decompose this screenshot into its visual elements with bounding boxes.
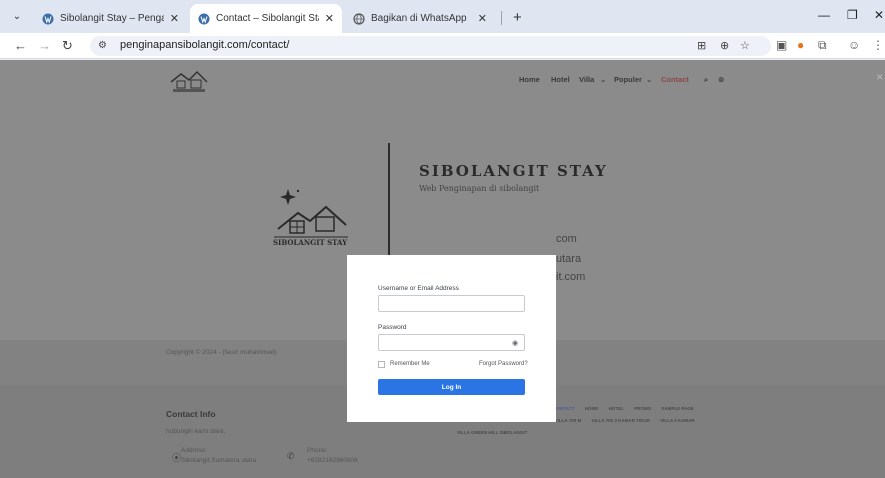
search-icon[interactable]: ⌕ xyxy=(704,75,708,85)
tab-sibolangit-stay[interactable]: Sibolangit Stay – Pengalaman I ✕ xyxy=(34,4,187,33)
nav-home[interactable]: Home xyxy=(519,75,540,84)
copyright-text: Copyright © 2024 - (fauzi muhammad) xyxy=(166,349,277,356)
contact-info-title: Contact Info xyxy=(166,409,216,419)
footer-links-row: VILLA GREEN HILL SIBOLANGIT xyxy=(457,430,536,435)
tab-whatsapp[interactable]: Bagikan di WhatsApp ✕ xyxy=(345,4,495,33)
footer-link[interactable]: VILLA GREEN HILL SIBOLANGIT xyxy=(457,430,527,435)
nav-hotel[interactable]: Hotel xyxy=(551,75,570,84)
window-close-icon[interactable]: ✕ xyxy=(874,8,884,22)
footer-link[interactable]: HOME xyxy=(585,406,599,411)
minimize-icon[interactable]: — xyxy=(818,8,830,22)
tab-title: Sibolangit Stay – Pengalaman I xyxy=(60,13,164,24)
chevron-down-icon: ⌄ xyxy=(600,75,607,84)
login-button[interactable]: Log In xyxy=(378,379,525,395)
translate-icon[interactable]: ⊞ xyxy=(697,39,706,52)
browser-toolbar: ← → ↻ ⚙ penginapansibolangit.com/contact… xyxy=(0,33,885,59)
new-tab-button[interactable]: + xyxy=(513,9,522,26)
restore-icon[interactable]: ❐ xyxy=(847,8,858,22)
extensions-puzzle-icon[interactable]: ⧉ xyxy=(818,38,827,53)
tab-separator xyxy=(501,11,502,25)
hero-logo-text: SIBOLANGIT STAY xyxy=(273,238,348,247)
wordpress-icon xyxy=(198,13,210,24)
tab-title: Bagikan di WhatsApp xyxy=(371,13,467,24)
footer-link[interactable]: HOTEL xyxy=(609,406,624,411)
hero-text-fragment: it.com xyxy=(556,271,586,283)
nav-villa[interactable]: Villa xyxy=(579,75,594,84)
footer-link[interactable]: VILLA 700 M xyxy=(555,418,582,423)
close-icon[interactable]: ✕ xyxy=(876,72,884,83)
footer-link[interactable]: VILLA 700 3 KAMAR TIDUR xyxy=(591,418,649,423)
profile-icon[interactable]: ⊚ xyxy=(718,75,724,84)
forward-icon[interactable]: → xyxy=(38,38,51,53)
phone-label: Phone: xyxy=(307,447,328,454)
globe-icon xyxy=(353,12,365,25)
tab-search-chevron-icon[interactable]: ⌄ xyxy=(8,8,26,26)
back-icon[interactable]: ← xyxy=(14,38,27,53)
hero-text-fragment: com xyxy=(556,233,577,245)
username-label: Username or Email Address xyxy=(378,285,459,292)
extension-orange-icon[interactable]: ● xyxy=(797,38,804,52)
extension-icon[interactable]: ▣ xyxy=(776,38,787,52)
menu-kebab-icon[interactable]: ⋮ xyxy=(872,38,884,52)
bookmark-star-icon[interactable]: ☆ xyxy=(740,39,750,52)
close-icon[interactable]: ✕ xyxy=(325,12,334,25)
remember-me-label: Remember Me xyxy=(390,361,430,367)
url-text: penginapansibolangit.com/contact/ xyxy=(120,39,290,51)
username-input[interactable] xyxy=(378,295,525,312)
nav-populer[interactable]: Populer xyxy=(614,75,642,84)
nav-contact[interactable]: Contact xyxy=(661,75,689,84)
forgot-password-link[interactable]: Forgot Password? xyxy=(479,361,528,367)
zoom-icon[interactable]: ⊕ xyxy=(720,39,729,52)
close-icon[interactable]: ✕ xyxy=(170,12,179,25)
address-bar[interactable]: ⚙ penginapansibolangit.com/contact/ ⊞ ⊕ … xyxy=(90,36,771,56)
footer-link[interactable]: PROMO xyxy=(634,406,651,411)
hero-subtitle: Web Penginapan di sibolangit xyxy=(419,184,540,193)
profile-avatar-icon[interactable]: ☺ xyxy=(848,38,860,52)
site-settings-icon[interactable]: ⚙ xyxy=(98,40,107,51)
login-modal: Username or Email Address Password ◉ Rem… xyxy=(347,255,556,422)
tab-strip: ⌄ Sibolangit Stay – Pengalaman I ✕ Conta… xyxy=(0,0,885,33)
chevron-down-icon: ⌄ xyxy=(646,75,653,84)
hero-title: SIBOLANGIT STAY xyxy=(419,162,608,180)
password-input[interactable] xyxy=(378,334,525,351)
site-logo-icon[interactable] xyxy=(167,66,211,94)
tab-title: Contact – Sibolangit Stay xyxy=(216,13,319,24)
show-password-eye-icon[interactable]: ◉ xyxy=(512,339,518,347)
close-icon[interactable]: ✕ xyxy=(478,12,487,25)
phone-value[interactable]: +6282162960606 xyxy=(307,457,358,464)
wordpress-icon xyxy=(42,13,54,24)
reload-icon[interactable]: ↻ xyxy=(62,38,73,54)
footer-link[interactable]: VILLA 3 KAMAR xyxy=(660,418,695,423)
footer-link[interactable]: SAMPLE PAGE xyxy=(661,406,693,411)
contact-info-subtitle: hubungin kami dsini. xyxy=(166,428,226,435)
tab-contact[interactable]: Contact – Sibolangit Stay ✕ xyxy=(190,4,342,33)
phone-icon: ✆ xyxy=(287,451,295,461)
hero-text-fragment: utara xyxy=(556,253,582,265)
page-viewport: Home Hotel Villa ⌄ Populer ⌄ Contact ⌕ ⊚… xyxy=(0,60,885,478)
address-value: Sibolangit,Sumatera utara xyxy=(181,457,257,464)
password-label: Password xyxy=(378,324,407,331)
address-label: Address: xyxy=(181,447,207,454)
hero-divider xyxy=(388,143,390,261)
location-pin-icon: ⦿ xyxy=(172,453,182,463)
remember-me-checkbox[interactable] xyxy=(378,361,385,368)
footer-link[interactable]: CONTACT xyxy=(553,406,575,411)
